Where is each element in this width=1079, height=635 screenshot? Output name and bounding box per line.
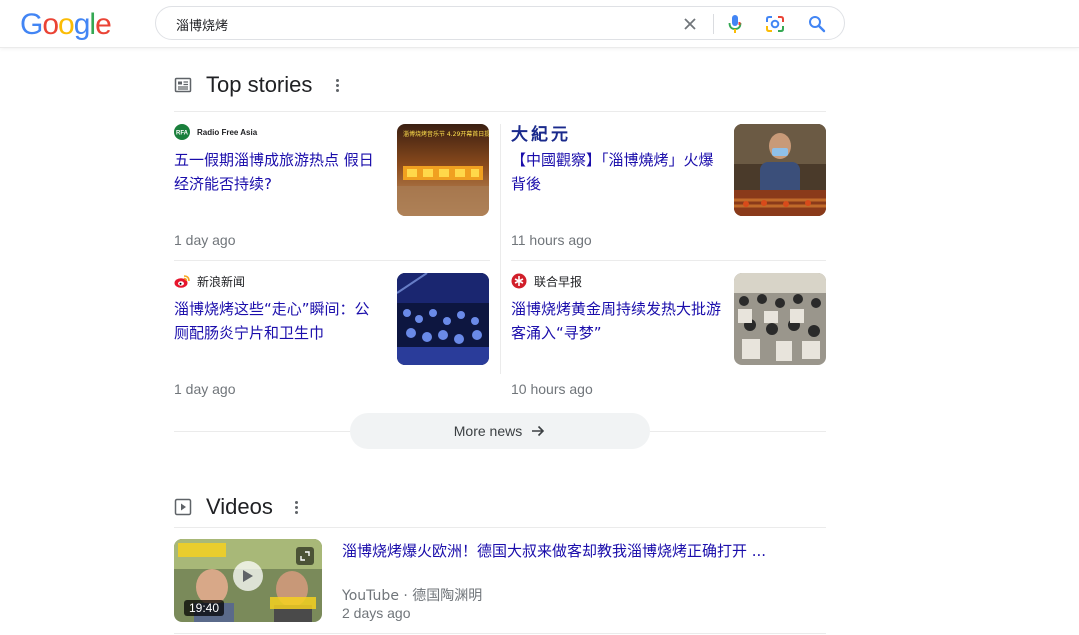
top-stories-menu-icon[interactable] — [331, 76, 343, 94]
rfa-logo-icon: RFA — [174, 124, 190, 140]
story-time: 1 day ago — [174, 381, 236, 397]
story-source: RFA Radio Free Asia — [174, 124, 257, 140]
divider — [174, 260, 490, 261]
google-logo[interactable]: Google — [20, 8, 112, 41]
story-card[interactable]: 大紀元 【中國觀察】「淄博燒烤」火爆背後 11 hours ago — [511, 124, 827, 259]
story-source: 联合早报 — [511, 273, 582, 289]
story-thumbnail[interactable] — [734, 273, 826, 365]
story-card[interactable]: 新浪新闻 淄博烧烤这些“走心”瞬间：公厕配肠炎宁片和卫生巾 1 day ago — [174, 273, 490, 408]
weibo-logo-icon — [174, 275, 190, 288]
search-divider — [713, 14, 714, 34]
mic-icon[interactable] — [724, 13, 746, 35]
top-stories-title: Top stories — [206, 72, 313, 97]
story-card[interactable]: RFA Radio Free Asia 五一假期淄博成旅游热点 假日经济能否持续… — [174, 124, 490, 259]
video-date: 2 days ago — [342, 605, 411, 621]
top-stories-header: Top stories — [174, 70, 826, 100]
story-source-name: 大紀元 — [511, 124, 571, 145]
divider — [174, 633, 826, 634]
video-duration: 19:40 — [184, 600, 225, 616]
story-source-name: Radio Free Asia — [197, 127, 258, 137]
videos-menu-icon[interactable] — [290, 498, 302, 516]
video-item[interactable]: 19:40 淄博烧烤爆火欧洲！德国大叔来做客却教我淄博烧烤正确打开 ... Yo… — [174, 539, 826, 624]
story-thumbnail[interactable]: 淄博烧烤音乐节 4.29开幕首日提况 — [397, 124, 489, 216]
arrow-right-icon — [532, 425, 545, 437]
story-time: 11 hours ago — [511, 232, 592, 248]
story-thumbnail[interactable] — [397, 273, 489, 365]
column-divider — [500, 124, 501, 374]
logo-letter: o — [58, 8, 75, 41]
story-headline[interactable]: 淄博烧烤黄金周持续发热大批游客涌入“寻梦” — [511, 297, 721, 345]
story-source-name: 新浪新闻 — [197, 274, 246, 289]
divider — [650, 431, 826, 432]
story-time: 10 hours ago — [511, 381, 593, 397]
story-thumbnail[interactable] — [734, 124, 826, 216]
logo-letter: o — [42, 8, 59, 41]
divider — [174, 111, 826, 112]
search-box — [155, 6, 845, 40]
story-headline[interactable]: 淄博烧烤这些“走心”瞬间：公厕配肠炎宁片和卫生巾 — [174, 297, 384, 345]
story-headline[interactable]: 五一假期淄博成旅游热点 假日经济能否持续? — [174, 148, 384, 196]
close-icon[interactable] — [679, 13, 701, 35]
divider — [174, 527, 826, 528]
rfa-logo-text: RFA — [176, 131, 189, 137]
videos-title: Videos — [206, 494, 273, 519]
video-thumbnail[interactable]: 19:40 — [174, 539, 322, 622]
video-source: YouTube · 德国陶渊明 — [342, 588, 483, 604]
story-source: 新浪新闻 — [174, 273, 245, 289]
logo-letter: g — [73, 8, 91, 41]
logo-letter: e — [95, 8, 112, 41]
thumb-caption: 淄博烧烤音乐节 4.29开幕首日提况 — [403, 130, 489, 138]
search-icon[interactable] — [806, 13, 828, 35]
videos-header: Videos — [174, 492, 826, 522]
divider — [511, 260, 826, 261]
video-play-icon — [174, 498, 192, 516]
search-input[interactable] — [176, 14, 656, 34]
video-title[interactable]: 淄博烧烤爆火欧洲！德国大叔来做客却教我淄博烧烤正确打开 ... — [342, 540, 826, 562]
more-news-button[interactable]: More news — [350, 413, 650, 449]
divider — [174, 431, 350, 432]
story-time: 1 day ago — [174, 232, 236, 248]
newspaper-icon — [174, 77, 192, 93]
play-icon[interactable] — [233, 561, 263, 591]
header: Google — [0, 0, 1079, 48]
story-card[interactable]: 联合早报 淄博烧烤黄金周持续发热大批游客涌入“寻梦” 10 hours ago — [511, 273, 827, 408]
zaobao-logo-icon — [511, 273, 527, 289]
story-source-name: 联合早报 — [534, 274, 583, 289]
camera-icon[interactable] — [764, 13, 786, 35]
story-headline[interactable]: 【中國觀察】「淄博燒烤」火爆背後 — [511, 148, 721, 196]
more-news-label: More news — [453, 423, 523, 439]
expand-icon[interactable] — [296, 547, 314, 565]
story-source: 大紀元 — [511, 124, 571, 145]
logo-letter: G — [20, 8, 43, 41]
